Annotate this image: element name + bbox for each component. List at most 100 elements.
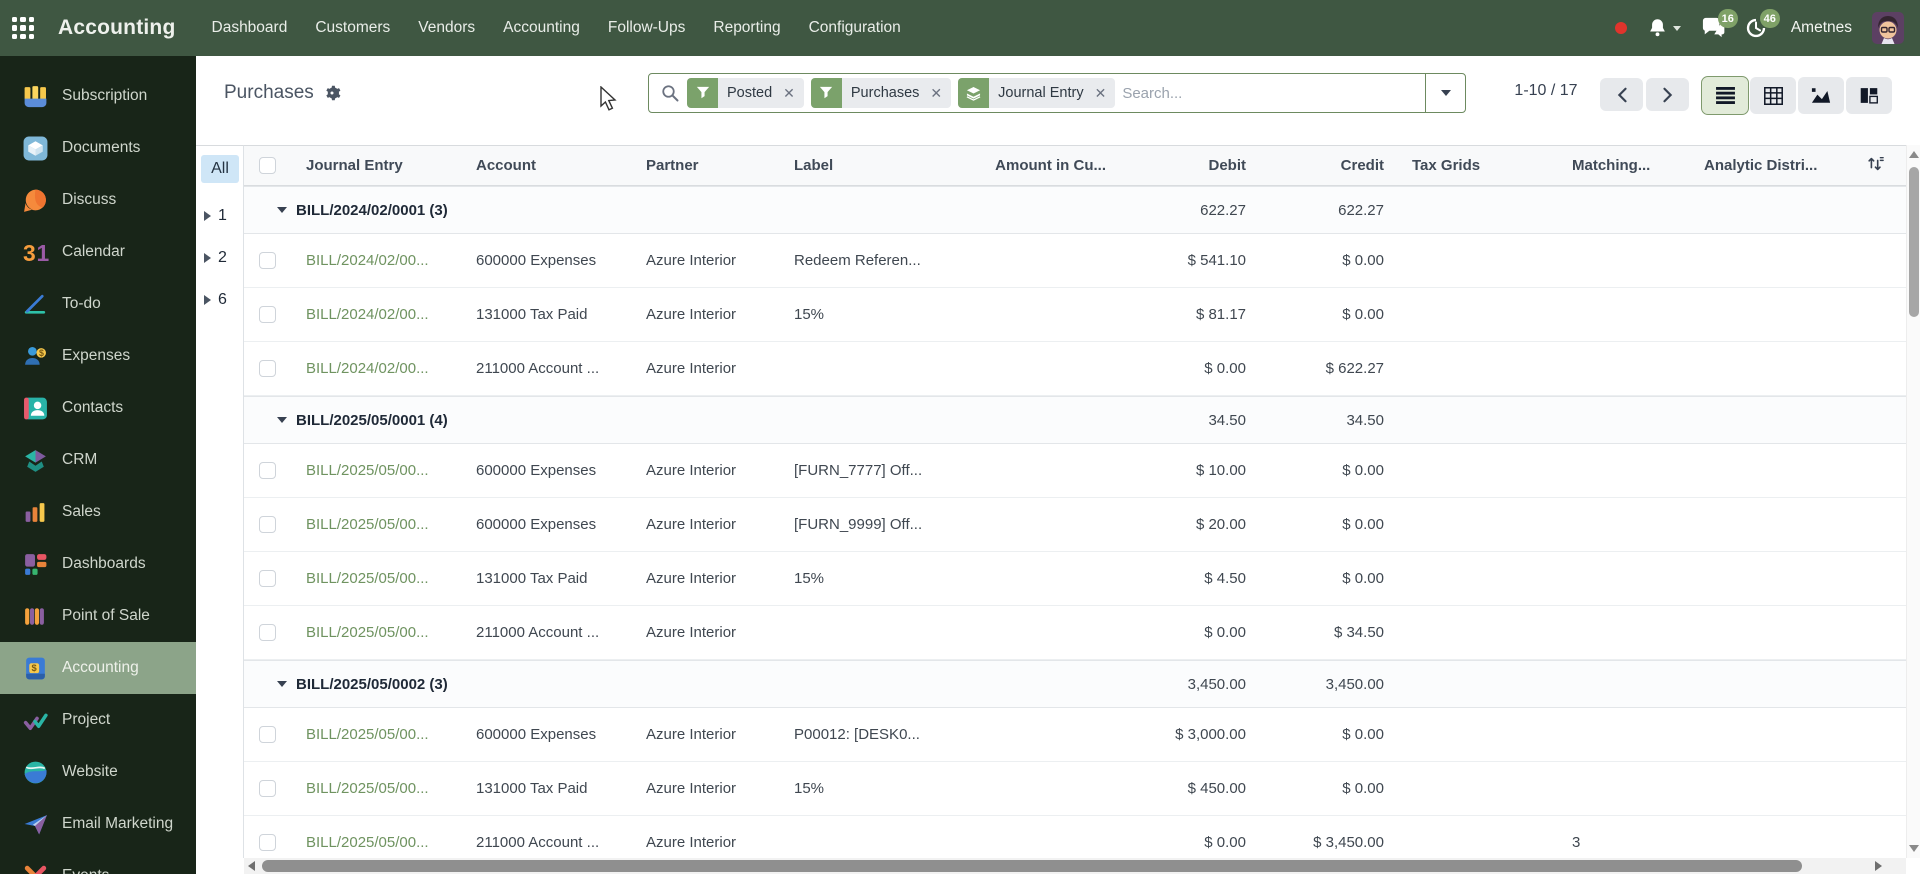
col-analytic-distribution[interactable]: Analytic Distri... (1688, 157, 1858, 174)
sidebar-item-events[interactable]: Events (0, 850, 196, 874)
search-options-toggle[interactable] (1425, 74, 1465, 112)
sidebar-item-documents[interactable]: Documents (0, 122, 196, 174)
credit-cell[interactable]: $ 0.00 (1258, 306, 1396, 323)
account-cell[interactable]: 131000 Tax Paid (460, 306, 630, 323)
debit-cell[interactable]: $ 0.00 (1118, 360, 1258, 377)
row-checkbox[interactable] (258, 306, 276, 323)
credit-cell[interactable]: $ 0.00 (1258, 462, 1396, 479)
debit-cell[interactable]: $ 0.00 (1118, 834, 1258, 851)
partner-cell[interactable]: Azure Interior (630, 252, 778, 269)
facet-remove-button[interactable]: ✕ (781, 78, 804, 108)
label-cell[interactable]: [FURN_9999] Off... (778, 516, 958, 533)
col-credit[interactable]: Credit (1258, 157, 1396, 174)
select-all-groups-button[interactable]: All (201, 155, 239, 183)
matching-cell[interactable]: 3 (1556, 834, 1688, 851)
partner-cell[interactable]: Azure Interior (630, 306, 778, 323)
group-row[interactable]: BILL/2024/02/0001 (3) 622.27 622.27 (244, 186, 1906, 234)
debit-cell[interactable]: $ 3,000.00 (1118, 726, 1258, 743)
partner-cell[interactable]: Azure Interior (630, 516, 778, 533)
label-cell[interactable]: 15% (778, 780, 958, 797)
debit-cell[interactable]: $ 10.00 (1118, 462, 1258, 479)
row-checkbox[interactable] (258, 726, 276, 743)
credit-cell[interactable]: $ 622.27 (1258, 360, 1396, 377)
table-row[interactable]: BILL/2024/02/00... 131000 Tax Paid Azure I… (244, 288, 1906, 342)
journal-entry-link[interactable]: BILL/2025/05/00... (290, 726, 460, 743)
credit-cell[interactable]: $ 0.00 (1258, 252, 1396, 269)
optional-columns-button[interactable] (1858, 155, 1906, 177)
sidebar-item-project[interactable]: Project (0, 694, 196, 746)
table-row[interactable]: BILL/2025/05/00... 211000 Account ... Azur… (244, 816, 1906, 858)
account-cell[interactable]: 211000 Account ... (460, 360, 630, 377)
sidebar-item-email-marketing[interactable]: Email Marketing (0, 798, 196, 850)
avatar[interactable] (1872, 12, 1904, 44)
gear-icon[interactable] (323, 84, 341, 102)
user-name[interactable]: Ametnes (1791, 19, 1852, 37)
table-row[interactable]: BILL/2025/05/00... 211000 Account ... Azur… (244, 606, 1906, 660)
sidebar-item-discuss[interactable]: Discuss (0, 174, 196, 226)
horizontal-scrollbar-thumb[interactable] (262, 860, 1802, 872)
debit-cell[interactable]: $ 20.00 (1118, 516, 1258, 533)
sidebar-item-expenses[interactable]: $ Expenses (0, 330, 196, 382)
journal-entry-link[interactable]: BILL/2024/02/00... (290, 252, 460, 269)
group-row[interactable]: BILL/2025/05/0002 (3) 3,450.00 3,450.00 (244, 660, 1906, 708)
credit-cell[interactable]: $ 0.00 (1258, 516, 1396, 533)
journal-entry-link[interactable]: BILL/2025/05/00... (290, 780, 460, 797)
view-list-button[interactable] (1701, 76, 1749, 115)
col-partner[interactable]: Partner (630, 157, 778, 174)
col-label[interactable]: Label (778, 157, 958, 174)
debit-cell[interactable]: $ 541.10 (1118, 252, 1258, 269)
scroll-right-arrow[interactable] (1875, 861, 1882, 871)
label-cell[interactable]: 15% (778, 306, 958, 323)
partner-cell[interactable]: Azure Interior (630, 462, 778, 479)
journal-entry-link[interactable]: BILL/2025/05/00... (290, 624, 460, 641)
sidebar-item-contacts[interactable]: Contacts (0, 382, 196, 434)
sidebar-item-calendar[interactable]: 31 Calendar (0, 226, 196, 278)
account-cell[interactable]: 600000 Expenses (460, 726, 630, 743)
caret-down-icon[interactable] (277, 681, 287, 687)
caret-down-icon[interactable] (277, 207, 287, 213)
table-row[interactable]: BILL/2025/05/00... 600000 Expenses Azure I… (244, 708, 1906, 762)
sidebar-item-accounting[interactable]: $ Accounting (0, 642, 196, 694)
sidebar-item-subscription[interactable]: Subscription (0, 70, 196, 122)
caret-down-icon[interactable] (277, 417, 287, 423)
facet-remove-button[interactable]: ✕ (928, 78, 951, 108)
journal-entry-link[interactable]: BILL/2025/05/00... (290, 516, 460, 533)
account-cell[interactable]: 600000 Expenses (460, 516, 630, 533)
sidebar-item-website[interactable]: Website (0, 746, 196, 798)
gutter-group-1[interactable]: 1 (204, 207, 243, 225)
label-cell[interactable]: P00012: [DESK0... (778, 726, 958, 743)
debit-cell[interactable]: $ 450.00 (1118, 780, 1258, 797)
table-row[interactable]: BILL/2025/05/00... 131000 Tax Paid Azure I… (244, 762, 1906, 816)
row-checkbox[interactable] (258, 624, 276, 641)
label-cell[interactable]: [FURN_7777] Off... (778, 462, 958, 479)
row-checkbox[interactable] (258, 834, 276, 851)
account-cell[interactable]: 131000 Tax Paid (460, 780, 630, 797)
view-graph-button[interactable] (1798, 77, 1844, 114)
partner-cell[interactable]: Azure Interior (630, 780, 778, 797)
col-account[interactable]: Account (460, 157, 630, 174)
menu-follow-ups[interactable]: Follow-Ups (594, 0, 700, 56)
table-row[interactable]: BILL/2025/05/00... 600000 Expenses Azure I… (244, 444, 1906, 498)
scroll-left-arrow[interactable] (248, 861, 255, 871)
menu-customers[interactable]: Customers (301, 0, 404, 56)
col-amount-currency[interactable]: Amount in Cu... (958, 157, 1118, 174)
partner-cell[interactable]: Azure Interior (630, 360, 778, 377)
account-cell[interactable]: 211000 Account ... (460, 624, 630, 641)
vertical-scrollbar[interactable] (1906, 145, 1920, 858)
scroll-down-arrow[interactable] (1909, 845, 1919, 852)
sidebar-item-sales[interactable]: Sales (0, 486, 196, 538)
partner-cell[interactable]: Azure Interior (630, 834, 778, 851)
debit-cell[interactable]: $ 4.50 (1118, 570, 1258, 587)
menu-dashboard[interactable]: Dashboard (198, 0, 302, 56)
partner-cell[interactable]: Azure Interior (630, 726, 778, 743)
menu-accounting[interactable]: Accounting (489, 0, 594, 56)
group-row[interactable]: BILL/2025/05/0001 (4) 34.50 34.50 (244, 396, 1906, 444)
sidebar-item-crm[interactable]: CRM (0, 434, 196, 486)
credit-cell[interactable]: $ 34.50 (1258, 624, 1396, 641)
journal-entry-link[interactable]: BILL/2025/05/00... (290, 834, 460, 851)
col-matching[interactable]: Matching... (1556, 157, 1688, 174)
table-row[interactable]: BILL/2025/05/00... 600000 Expenses Azure I… (244, 498, 1906, 552)
scroll-up-arrow[interactable] (1909, 151, 1919, 158)
vertical-scrollbar-thumb[interactable] (1909, 167, 1919, 317)
menu-vendors[interactable]: Vendors (404, 0, 489, 56)
